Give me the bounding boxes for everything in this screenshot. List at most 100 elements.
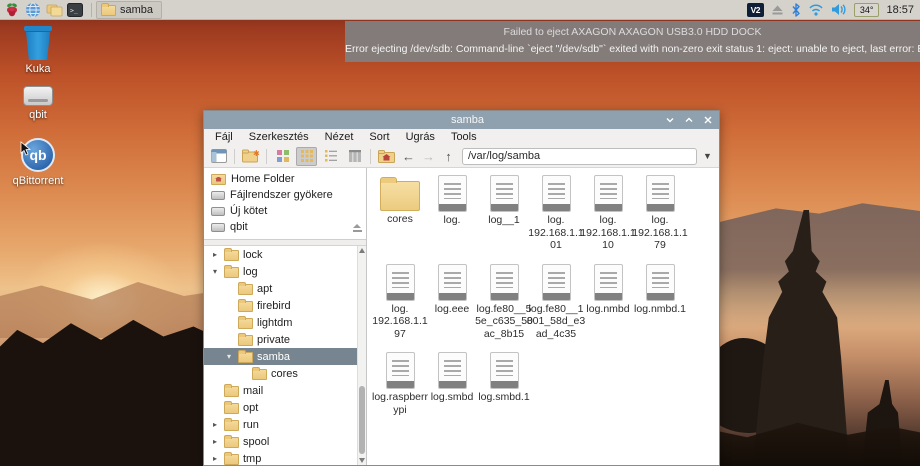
file-log.smbd.1[interactable]: log.smbd.1	[478, 352, 530, 404]
tree-item-apt[interactable]: apt	[204, 280, 366, 297]
tree-scrollbar[interactable]	[357, 246, 366, 465]
home-button[interactable]	[376, 147, 397, 166]
drive-icon	[211, 223, 225, 232]
eject-icon[interactable]	[353, 223, 362, 232]
raspberry-menu-icon[interactable]	[3, 1, 21, 19]
tree-item-samba[interactable]: ▾samba	[204, 348, 366, 365]
bluetooth-icon[interactable]	[791, 3, 801, 17]
place-label: Új kötet	[230, 205, 267, 217]
scroll-down-arrow[interactable]	[359, 458, 365, 463]
compact-view-button[interactable]	[320, 147, 341, 166]
drive-icon	[211, 207, 225, 216]
wifi-icon[interactable]	[808, 3, 824, 16]
menu-item-fájl[interactable]: Fájl	[208, 130, 240, 144]
menu-item-ugrás[interactable]: Ugrás	[399, 130, 442, 144]
tree-item-lock[interactable]: ▸ lock	[204, 246, 366, 263]
expander-closed-icon[interactable]: ▸	[210, 250, 220, 259]
path-bar[interactable]: /var/log/samba	[462, 148, 697, 165]
scroll-up-arrow[interactable]	[359, 248, 365, 253]
tree-item-label: lightdm	[257, 317, 292, 329]
tree-item-opt[interactable]: opt	[204, 399, 366, 416]
mouse-cursor	[20, 141, 32, 157]
close-button[interactable]	[703, 115, 713, 125]
web-browser-icon[interactable]	[24, 1, 42, 19]
eject-tray-icon[interactable]	[771, 4, 784, 16]
menu-item-tools[interactable]: Tools	[444, 130, 484, 144]
menu-item-sort[interactable]: Sort	[362, 130, 396, 144]
expander-open-icon[interactable]: ▾	[224, 352, 234, 361]
file-log.192.168.1.101[interactable]: log. 192.168.1.1 01	[530, 175, 582, 252]
file-log.192.168.1.179[interactable]: log. 192.168.1.1 79	[634, 175, 686, 252]
tree-item-label: lock	[243, 249, 263, 261]
file-log.192.168.1.110[interactable]: log. 192.168.1.1 10	[582, 175, 634, 252]
file-manager-icon[interactable]	[45, 1, 63, 19]
new-folder-button[interactable]: ✱	[240, 147, 261, 166]
toolbar: ✱	[204, 145, 719, 168]
maximize-button[interactable]	[684, 115, 694, 125]
tree-item-private[interactable]: private	[204, 331, 366, 348]
file-log.nmbd.1[interactable]: log.nmbd.1	[634, 264, 686, 316]
file-log.fe80__55e_c635_50ac_8b15[interactable]: log.fe80__5 5e_c635_50 ac_8b15	[478, 264, 530, 341]
volume-icon[interactable]	[831, 3, 847, 16]
notification-banner[interactable]: Failed to eject AXAGON AXAGON USB3.0 HDD…	[345, 21, 920, 62]
file-label: log.eee	[435, 303, 469, 316]
back-button[interactable]: ←	[400, 149, 417, 164]
tree-item-log[interactable]: ▾log	[204, 263, 366, 280]
clock[interactable]: 18:57	[886, 4, 914, 16]
tree-item-cores[interactable]: cores	[204, 365, 366, 382]
log-file-icon	[438, 352, 467, 389]
file-log__1[interactable]: log__1	[478, 175, 530, 227]
place--j-k-tet[interactable]: Új kötet	[204, 203, 366, 219]
file-log.eee[interactable]: log.eee	[426, 264, 478, 316]
file-log.fe80__1801_58d_e3ad_4c35[interactable]: log.fe80__1 801_58d_e3 ad_4c35	[530, 264, 582, 341]
file-label: log.nmbd	[586, 303, 629, 316]
place-label: Fájlrendszer gyökere	[230, 189, 333, 201]
new-window-button[interactable]	[208, 147, 229, 166]
file-log.smbd[interactable]: log.smbd	[426, 352, 478, 404]
file-log.raspberrypi[interactable]: log.raspberr ypi	[374, 352, 426, 416]
tree-item-firebird[interactable]: firebird	[204, 297, 366, 314]
expander-open-icon[interactable]: ▾	[210, 267, 220, 276]
file-label: cores	[387, 213, 413, 226]
folder-icon	[238, 335, 253, 346]
window-controls	[665, 115, 713, 125]
path-dropdown-button[interactable]: ▼	[700, 151, 715, 161]
place-home-folder[interactable]: Home Folder	[204, 171, 366, 187]
window-titlebar[interactable]: samba	[204, 111, 719, 129]
file-log.[interactable]: log.	[426, 175, 478, 227]
minimize-button[interactable]	[665, 115, 675, 125]
window-title: samba	[270, 114, 665, 126]
icon-view-button[interactable]	[272, 147, 293, 166]
places-list: Home Folder Fájlrendszer gyökere Új kötet q…	[204, 168, 366, 240]
desktop-icon-qbittorrent[interactable]: qb qBittorrent	[0, 138, 76, 187]
desktop-icon-qbit-drive[interactable]: qbit	[0, 86, 76, 121]
menu-item-nézet[interactable]: Nézet	[318, 130, 361, 144]
expander-closed-icon[interactable]: ▸	[210, 420, 220, 429]
cpu-temperature[interactable]: 34°	[854, 3, 880, 17]
task-button-samba[interactable]: samba	[96, 1, 162, 19]
tree-item-label: apt	[257, 283, 272, 295]
terminal-icon[interactable]: >_	[66, 1, 84, 19]
place-qbit[interactable]: qbit	[204, 219, 366, 235]
expander-closed-icon[interactable]: ▸	[210, 454, 220, 463]
detailed-view-button[interactable]	[344, 147, 365, 166]
file-label: log.nmbd.1	[634, 303, 686, 316]
tree-item-spool[interactable]: ▸spool	[204, 433, 366, 450]
place-f-jlrendszer-gy-kere[interactable]: Fájlrendszer gyökere	[204, 187, 366, 203]
system-tray: V2	[747, 3, 914, 17]
file-log.192.168.1.197[interactable]: log. 192.168.1.1 97	[374, 264, 426, 341]
forward-button[interactable]: →	[420, 149, 437, 164]
menu-item-szerkesztés[interactable]: Szerkesztés	[242, 130, 316, 144]
tree-scrollbar-thumb[interactable]	[359, 386, 365, 454]
thumbnail-view-button[interactable]	[296, 147, 317, 166]
up-button[interactable]: ↑	[440, 149, 457, 164]
tree-item-lightdm[interactable]: lightdm	[204, 314, 366, 331]
tree-item-tmp[interactable]: ▸tmp	[204, 450, 366, 465]
tree-item-mail[interactable]: mail	[204, 382, 366, 399]
expander-closed-icon[interactable]: ▸	[210, 437, 220, 446]
vnc-icon[interactable]: V2	[747, 3, 764, 17]
file-log.nmbd[interactable]: log.nmbd	[582, 264, 634, 316]
tree-item-run[interactable]: ▸run	[204, 416, 366, 433]
file-cores[interactable]: cores	[374, 175, 426, 226]
desktop-icon-trash[interactable]: Kuka	[0, 26, 76, 75]
